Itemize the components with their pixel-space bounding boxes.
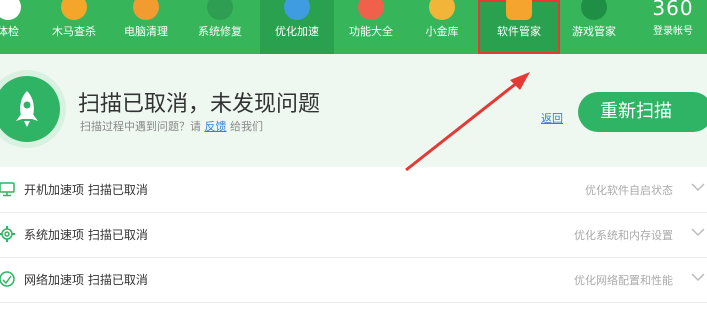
toolbar-item-trojan-scan[interactable]: 木马查杀 — [44, 0, 104, 54]
toolbar-item-label: 木马查杀 — [52, 25, 96, 38]
toolbar-item-label: 体检 — [0, 25, 19, 38]
row-label: 开机加速项 扫描已取消 — [24, 183, 148, 197]
toolbar-item-software-manager[interactable]: 软件管家 — [478, 0, 560, 54]
row-description: 优化软件自启状态 — [585, 184, 673, 197]
brand-logo: 360 — [652, 0, 694, 20]
status-title: 扫描已取消，未发现问题 — [78, 92, 321, 117]
game-manager-icon — [581, 0, 607, 20]
toolbar-item-label: 功能大全 — [349, 25, 393, 38]
toolbar-item-game-manager[interactable]: 游戏管家 — [566, 0, 622, 54]
login-link[interactable]: 登录帐号 — [645, 22, 701, 37]
back-link[interactable]: 返回 — [541, 110, 563, 126]
row-description: 优化网络配置和性能 — [574, 274, 673, 287]
cleanup-icon — [133, 0, 159, 20]
chevron-down-icon[interactable] — [687, 176, 707, 198]
status-subtitle: 扫描过程中遇到问题？请 反馈 给我们 — [80, 118, 263, 134]
system-repair-icon — [207, 0, 233, 20]
toolbar-item-label: 小金库 — [425, 25, 459, 38]
list-item[interactable]: 网络加速项 扫描已取消 优化网络配置和性能 — [0, 257, 707, 303]
list-item[interactable]: 开机加速项 扫描已取消 优化软件自启状态 — [0, 167, 707, 213]
toolbar-item-cleanup[interactable]: 电脑清理 — [116, 0, 176, 54]
toolbar-item-label: 电脑清理 — [124, 25, 168, 38]
feedback-link[interactable]: 反馈 — [205, 120, 227, 133]
features-icon — [358, 0, 384, 20]
status-sub-suffix: 给我们 — [230, 120, 263, 133]
toolbar-item-label: 游戏管家 — [572, 25, 616, 38]
checkup-icon — [0, 0, 21, 20]
rocket-icon — [0, 76, 60, 142]
toolbar-item-checkup[interactable]: 体检 — [0, 0, 28, 54]
rescan-button[interactable]: 重新扫描 — [578, 92, 707, 132]
toolbar-item-features[interactable]: 功能大全 — [338, 0, 404, 54]
monitor-icon — [0, 182, 15, 197]
speedup-icon — [284, 0, 310, 20]
list-item[interactable]: 系统加速项 扫描已取消 优化系统和内存设置 — [0, 212, 707, 258]
status-sub-prefix: 扫描过程中遇到问题？请 — [80, 120, 201, 133]
status-panel: 扫描已取消，未发现问题 扫描过程中遇到问题？请 反馈 给我们 返回 重新扫描 — [0, 54, 707, 167]
chevron-down-icon[interactable] — [687, 266, 707, 288]
toolbar-item-speedup[interactable]: 优化加速 — [260, 0, 334, 54]
row-label: 系统加速项 扫描已取消 — [24, 228, 148, 242]
gear-icon — [0, 226, 15, 242]
network-icon — [0, 271, 15, 287]
toolbar-item-label: 系统修复 — [198, 25, 242, 38]
brand-area: 360 登录帐号 — [645, 0, 701, 54]
toolbar-item-system-repair[interactable]: 系统修复 — [190, 0, 250, 54]
toolbar-item-label: 优化加速 — [275, 25, 319, 38]
main-toolbar: 体检 木马查杀 电脑清理 系统修复 优化加速 功能大全 小金库 软件管家 游戏管… — [0, 0, 707, 54]
vault-icon — [429, 0, 455, 20]
trojan-scan-icon — [61, 0, 87, 20]
toolbar-item-vault[interactable]: 小金库 — [414, 0, 470, 54]
row-description: 优化系统和内存设置 — [574, 229, 673, 242]
row-label: 网络加速项 扫描已取消 — [24, 273, 148, 287]
chevron-down-icon[interactable] — [687, 221, 707, 243]
toolbar-item-label: 软件管家 — [497, 25, 541, 38]
software-manager-icon — [506, 0, 532, 20]
